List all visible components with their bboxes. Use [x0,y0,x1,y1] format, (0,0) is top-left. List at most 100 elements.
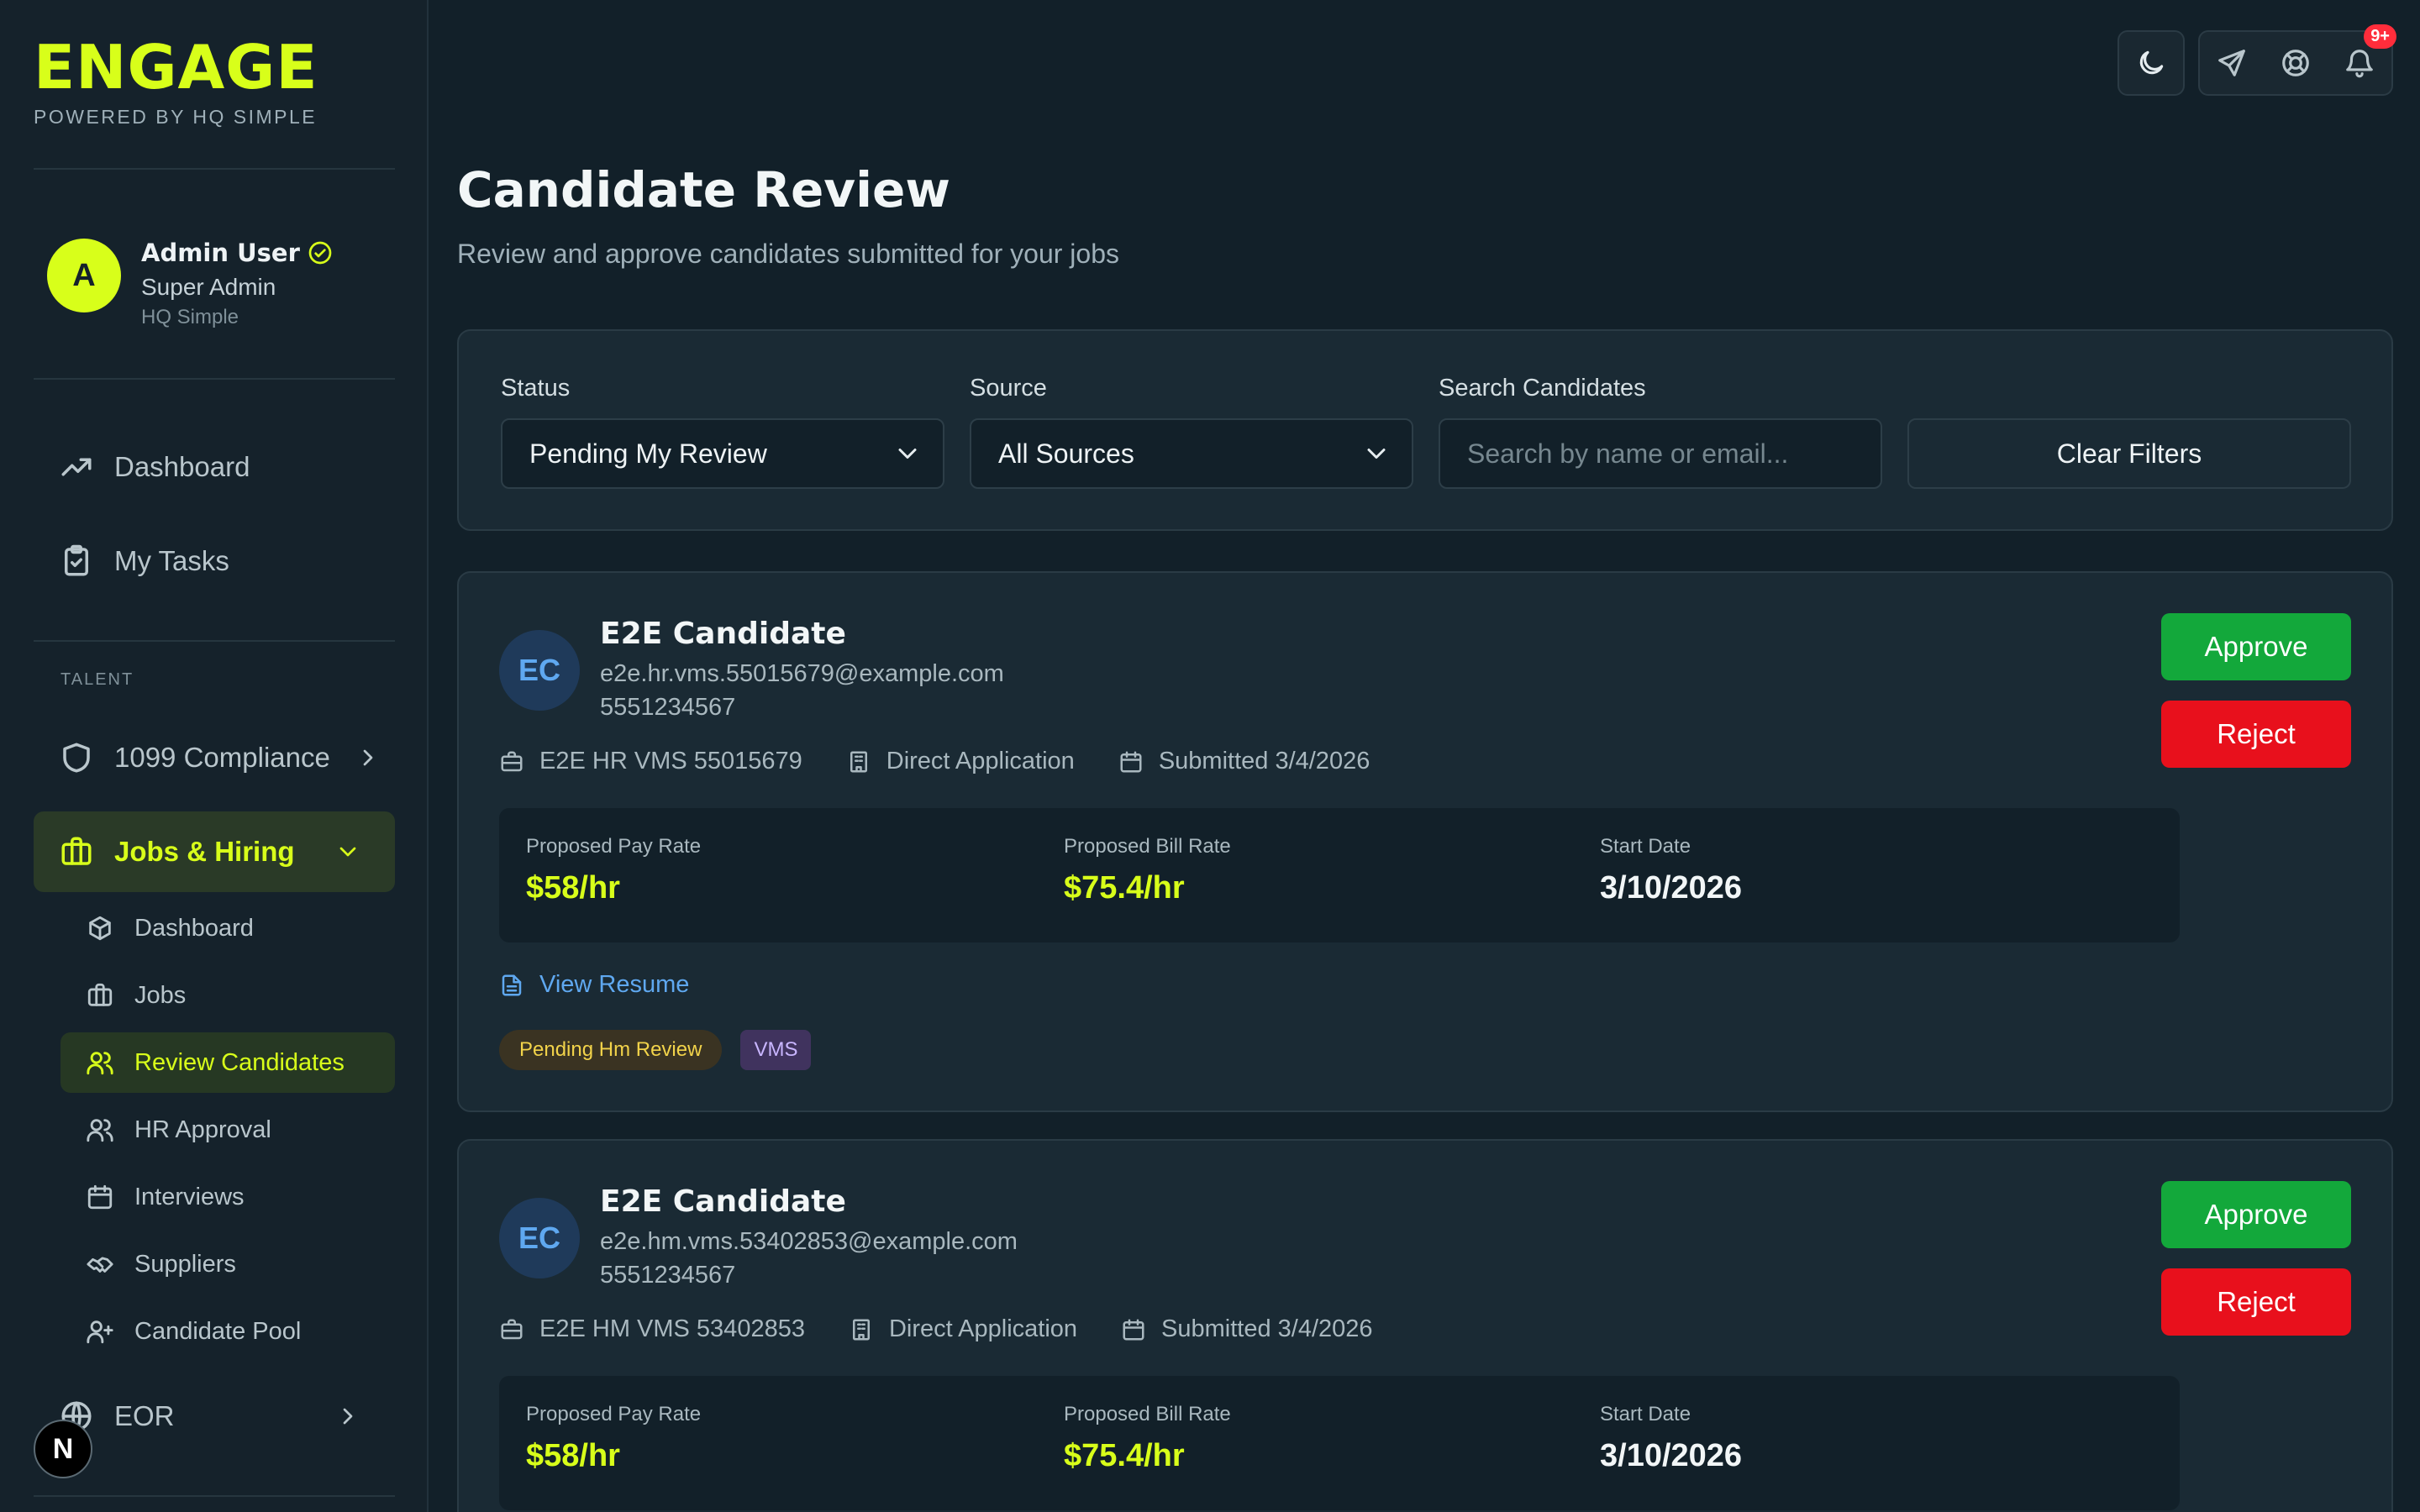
bill-rate-label: Proposed Bill Rate [1064,835,1231,858]
nav-dashboard-label: Dashboard [114,451,250,482]
section-label-talent: TALENT [60,670,134,689]
brand[interactable]: ENGAGE POWERED BY HQ SIMPLE [34,34,318,129]
submitted-date: Submitted 3/4/2026 [1161,1315,1373,1342]
notifications-button[interactable]: 9+ [2328,24,2396,95]
candidate-name: E2E Candidate [600,617,846,651]
shield-icon [63,743,90,773]
candidate-phone: 5551234567 [600,1262,736,1289]
candidate-name: E2E Candidate [600,1184,846,1219]
start-date-label: Start Date [1600,835,1691,858]
submitted-meta: Submitted 3/4/2026 [1118,748,1370,775]
source-select[interactable]: All Sources [970,418,1413,489]
users-icon [87,1052,113,1075]
approve-button[interactable]: Approve [2161,613,2351,680]
notification-badge: 9+ [2364,24,2396,49]
job-name: E2E HM VMS 53402853 [539,1315,805,1342]
search-filter-label: Search Candidates [1439,375,1646,402]
sub-item-review-candidates[interactable]: Review Candidates [60,1032,395,1093]
avatar: A [47,239,121,312]
handshake-icon [87,1257,113,1273]
candidate-meta: E2E HR VMS 55015679 Direct Application S… [499,748,1413,775]
pay-rate-label: Proposed Pay Rate [526,835,702,858]
source-filter-label: Source [970,375,1047,402]
clear-filters-button[interactable]: Clear Filters [1907,418,2351,489]
nav-1099-compliance-label: 1099 Compliance [114,742,330,773]
document-icon [502,974,522,995]
candidate-email: e2e.hr.vms.55015679@example.com [600,660,1004,687]
send-button[interactable] [2200,31,2264,95]
start-date-value: 3/10/2026 [1600,870,1743,906]
sub-item-candidate-pool[interactable]: Candidate Pool [60,1301,395,1362]
candidate-meta: E2E HM VMS 53402853 Direct Application S… [499,1315,1417,1343]
nav-my-tasks[interactable]: My Tasks [34,521,395,601]
user-org: HQ Simple [141,306,239,328]
sub-item-jobs[interactable]: Jobs [60,965,395,1026]
submitted-date: Submitted 3/4/2026 [1158,748,1370,774]
candidate-phone: 5551234567 [600,694,736,721]
help-button[interactable] [2264,31,2328,95]
approve-button[interactable]: Approve [2161,1181,2351,1248]
briefcase-icon [501,751,523,771]
trending-up-icon [61,458,92,476]
divider [34,1495,395,1497]
sub-item-candidate-pool-label: Candidate Pool [134,1317,302,1345]
calendar-icon [87,1184,113,1210]
status-select[interactable]: Pending My Review [501,418,944,489]
chevron-right-icon [363,749,373,766]
user-plus-icon [87,1320,113,1344]
user-profile[interactable]: A Admin User Super Admin HQ Simple [47,239,334,329]
chevron-right-icon [343,1408,353,1425]
sub-item-interviews[interactable]: Interviews [60,1167,395,1227]
pay-rate-value: $58/hr [526,1438,620,1473]
sub-item-jobs-label: Jobs [134,981,187,1009]
job-name: E2E HR VMS 55015679 [539,748,802,774]
sub-item-hr-approval-label: HR Approval [134,1116,271,1143]
reject-button[interactable]: Reject [2161,701,2351,768]
reject-button[interactable]: Reject [2161,1268,2351,1336]
sidebar: ENGAGE POWERED BY HQ SIMPLE A Admin User… [0,0,429,1512]
clear-filters-label: Clear Filters [2056,438,2202,469]
building-icon [850,751,867,772]
search-input-placeholder: Search by name or email... [1467,438,1789,469]
sub-item-review-candidates-label: Review Candidates [134,1048,345,1076]
candidate-card: EC E2E Candidate e2e.hm.vms.53402853@exa… [457,1139,2393,1512]
candidate-tags: Pending Hm Review VMS [499,1030,812,1070]
page-subtitle: Review and approve candidates submitted … [457,239,1119,269]
candidate-email: e2e.hm.vms.53402853@example.com [600,1228,1018,1255]
brand-subtitle: POWERED BY HQ SIMPLE [34,106,318,128]
user-role: Super Admin [141,274,276,300]
filters-panel: Status Pending My Review Source All Sour… [457,329,2393,531]
candidate-avatar: EC [499,630,580,711]
nav-jobs-hiring[interactable]: Jobs & Hiring [34,811,395,892]
users-icon [87,1119,113,1142]
briefcase-icon [87,983,113,1006]
sub-item-suppliers[interactable]: Suppliers [60,1234,395,1294]
bill-rate: Proposed Bill Rate $75.4/hr [1064,835,1231,906]
view-resume-label: View Resume [539,971,690,998]
nav-dashboard[interactable]: Dashboard [34,427,395,507]
nav-1099-compliance[interactable]: 1099 Compliance [34,717,395,798]
start-date: Start Date 3/10/2026 [1600,1403,1742,1474]
sub-item-hr-approval[interactable]: HR Approval [60,1100,395,1160]
nav-jobs-hiring-label: Jobs & Hiring [114,836,295,867]
submitted-meta: Submitted 3/4/2026 [1121,1315,1373,1343]
source-meta: Direct Application [846,748,1075,775]
pay-rate-label: Proposed Pay Rate [526,1403,702,1425]
status-select-value: Pending My Review [529,438,767,469]
view-resume-link[interactable]: View Resume [499,971,689,999]
bill-rate-label: Proposed Bill Rate [1064,1403,1231,1425]
divider [34,168,395,170]
building-icon [852,1319,870,1340]
devtools-n-icon[interactable]: N [34,1420,92,1478]
clipboard-check-icon [65,544,88,576]
candidate-avatar: EC [499,1198,580,1278]
calendar-icon [1120,751,1142,772]
sub-item-dashboard[interactable]: Dashboard [60,898,395,958]
search-input[interactable]: Search by name or email... [1439,418,1882,489]
sub-item-dashboard-label: Dashboard [134,914,254,942]
top-actions: 9+ [2118,24,2396,96]
divider [34,378,395,380]
source-name: Direct Application [886,748,1075,774]
theme-toggle-button[interactable] [2119,31,2183,95]
calendar-icon [1123,1319,1144,1340]
